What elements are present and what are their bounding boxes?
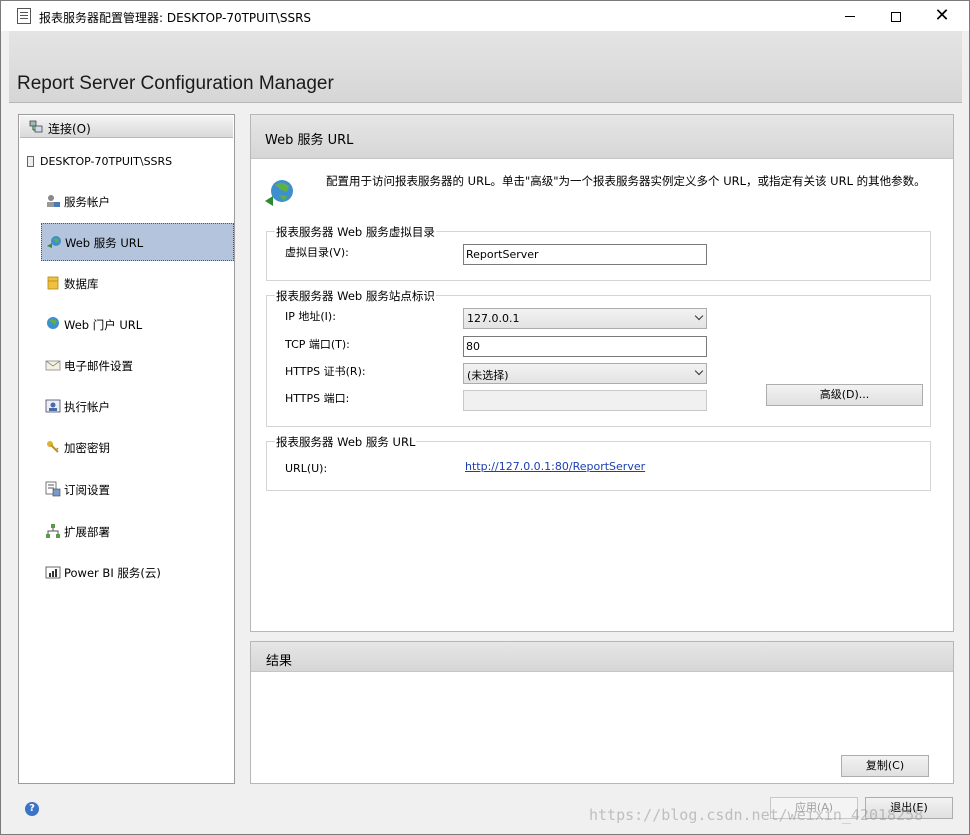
- results-header: 结果: [251, 642, 953, 672]
- panel-title: Web 服务 URL: [265, 133, 354, 148]
- copy-button[interactable]: 复制(C): [841, 755, 929, 777]
- url-label: URL(U):: [285, 462, 328, 475]
- https-port-label: HTTPS 端口:: [285, 392, 350, 405]
- https-certificate-select[interactable]: (未选择): [463, 363, 707, 384]
- sidebar-item-label: 电子邮件设置: [64, 359, 133, 373]
- results-title: 结果: [266, 654, 293, 669]
- panel-description: 配置用于访问报表服务器的 URL。单击"高级"为一个报表服务器实例定义多个 UR…: [326, 174, 926, 188]
- https-certificate-value: (未选择): [467, 369, 509, 382]
- sidebar-item-execution-account[interactable]: 执行帐户: [41, 388, 234, 426]
- connect-button[interactable]: 连接(O): [20, 116, 233, 138]
- globe-icon: [265, 180, 293, 206]
- app-window: 报表服务器配置管理器: DESKTOP-70TPUIT\SSRS ✕ Repor…: [0, 0, 970, 835]
- sidebar-item-label: Web 门户 URL: [64, 318, 143, 332]
- advanced-button[interactable]: 高级(D)...: [766, 384, 923, 406]
- panel-header: Web 服务 URL: [251, 115, 953, 159]
- minimize-icon: [845, 16, 855, 17]
- virtual-directory-group: 报表服务器 Web 服务虚拟目录 虚拟目录(V): ReportServer: [266, 224, 931, 281]
- email-icon: [45, 360, 61, 371]
- server-node[interactable]: DESKTOP-70TPUIT\SSRS: [27, 155, 172, 168]
- sidebar-item-label: Web 服务 URL: [65, 236, 144, 250]
- help-icon[interactable]: ?: [25, 802, 39, 816]
- header-banner: Report Server Configuration Manager: [9, 31, 962, 103]
- sidebar-item-label: 执行帐户: [64, 400, 110, 414]
- report-server-url-link[interactable]: http://127.0.0.1:80/ReportServer: [465, 460, 645, 473]
- maximize-icon: [891, 11, 901, 22]
- close-button[interactable]: ✕: [919, 1, 965, 31]
- web-service-url-icon: [47, 236, 61, 248]
- sidebar-item-label: 加密密钥: [64, 441, 110, 455]
- ip-address-label: IP 地址(I):: [285, 310, 336, 323]
- maximize-button[interactable]: [873, 1, 919, 31]
- virtual-directory-label: 虚拟目录(V):: [285, 246, 349, 259]
- sidebar-item-subscription[interactable]: 订阅设置: [41, 471, 234, 509]
- group-title: 报表服务器 Web 服务虚拟目录: [275, 224, 436, 240]
- sidebar-item-web-service-url[interactable]: Web 服务 URL: [41, 223, 234, 261]
- group-title: 报表服务器 Web 服务 URL: [275, 434, 417, 450]
- sidebar-item-encryption-keys[interactable]: 加密密钥: [41, 429, 234, 467]
- scale-out-icon: [46, 524, 60, 538]
- https-port-input[interactable]: [463, 390, 707, 411]
- web-portal-icon: [47, 317, 59, 329]
- tcp-port-label: TCP 端口(T):: [285, 338, 350, 351]
- web-service-url-group: 报表服务器 Web 服务 URL URL(U): http://127.0.0.…: [266, 434, 931, 491]
- site-identification-group: 报表服务器 Web 服务站点标识 IP 地址(I): 127.0.0.1 TCP…: [266, 288, 931, 427]
- group-title: 报表服务器 Web 服务站点标识: [275, 288, 436, 304]
- sidebar-item-label: 服务帐户: [64, 195, 110, 209]
- power-bi-icon: [45, 566, 61, 579]
- chevron-down-icon: [694, 366, 704, 376]
- sidebar-item-email[interactable]: 电子邮件设置: [41, 347, 234, 385]
- server-icon: [27, 156, 34, 167]
- encryption-key-icon: [47, 441, 59, 453]
- ip-address-value: 127.0.0.1: [467, 312, 520, 325]
- sidebar-item-web-portal-url[interactable]: Web 门户 URL: [41, 306, 234, 344]
- title-bar: 报表服务器配置管理器: DESKTOP-70TPUIT\SSRS ✕: [1, 1, 969, 31]
- minimize-button[interactable]: [827, 1, 873, 31]
- watermark: https://blog.csdn.net/weixin_42018258: [589, 806, 924, 824]
- sidebar-item-label: 订阅设置: [64, 483, 110, 497]
- tcp-port-input[interactable]: 80: [463, 336, 707, 357]
- subscription-icon: [45, 481, 61, 497]
- connect-label: 连接(O): [48, 122, 91, 136]
- virtual-directory-input[interactable]: ReportServer: [463, 244, 707, 265]
- sidebar: 连接(O) DESKTOP-70TPUIT\SSRS 服务帐户 Web 服务 U…: [18, 114, 235, 784]
- app-icon: [17, 8, 31, 24]
- sidebar-item-database[interactable]: 数据库: [41, 265, 234, 303]
- web-service-url-panel: Web 服务 URL 配置用于访问报表服务器的 URL。单击"高级"为一个报表服…: [250, 114, 954, 632]
- server-name: DESKTOP-70TPUIT\SSRS: [40, 155, 173, 168]
- sidebar-item-service-account[interactable]: 服务帐户: [41, 183, 234, 221]
- database-icon: [47, 276, 59, 290]
- close-icon: ✕: [934, 5, 950, 26]
- sidebar-item-label: 扩展部署: [64, 525, 110, 539]
- chevron-down-icon: [694, 311, 704, 321]
- connect-icon: [29, 120, 43, 133]
- ip-address-select[interactable]: 127.0.0.1: [463, 308, 707, 329]
- sidebar-item-power-bi[interactable]: Power BI 服务(云): [41, 554, 234, 592]
- sidebar-item-label: 数据库: [64, 277, 99, 291]
- sidebar-item-scale-out[interactable]: 扩展部署: [41, 513, 234, 551]
- sidebar-item-label: Power BI 服务(云): [64, 566, 161, 580]
- product-title: Report Server Configuration Manager: [17, 73, 334, 94]
- window-title: 报表服务器配置管理器: DESKTOP-70TPUIT\SSRS: [39, 11, 312, 25]
- results-panel: 结果 复制(C): [250, 641, 954, 784]
- service-account-icon: [47, 195, 60, 207]
- execution-account-icon: [45, 399, 61, 413]
- https-certificate-label: HTTPS 证书(R):: [285, 365, 366, 378]
